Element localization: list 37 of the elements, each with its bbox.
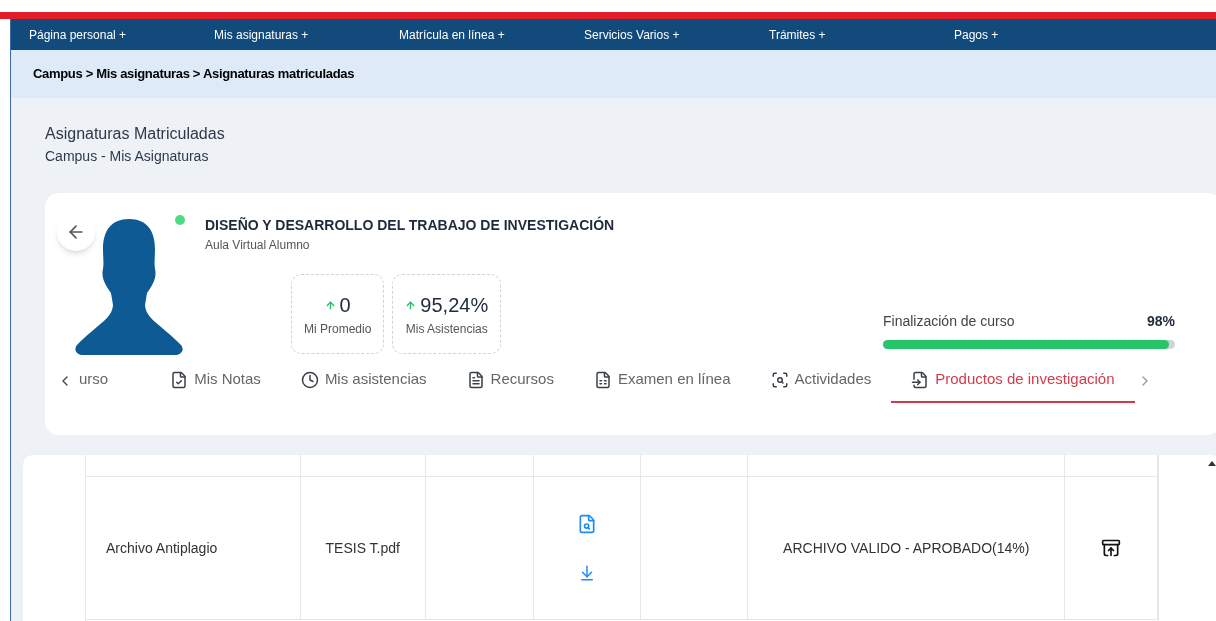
up-arrow-icon [324,299,336,311]
document-signal-icon [593,370,612,389]
table-cell-text: Archivo Antiplagio [105,538,218,558]
tab[interactable]: Recursos [446,358,574,403]
document-check-icon [170,370,189,389]
nav-item[interactable]: Pagos + [936,25,1121,44]
breadcrumb: Campus > Mis asignaturas > Asignaturas matriculadas [33,65,355,84]
progress-reading: 98% [1146,312,1175,331]
tab[interactable]: Mis Notas [150,358,281,403]
up-arrow-icon [405,299,417,311]
back-button[interactable] [57,213,95,251]
tab[interactable]: Examen en línea [573,358,751,403]
nav-item[interactable]: Mis asignaturas + [196,25,381,44]
page-title: Asignaturas Matriculadas [45,124,226,144]
stat-value: 95,24% [420,293,489,318]
table-cell-text: TESIS T.pdf [325,538,400,558]
tab[interactable]: urso [73,358,151,403]
stat-label: Mi Promedio [304,321,372,338]
tab[interactable]: Productos de investigación [891,358,1135,403]
clock-icon [300,370,319,389]
stat-label: Mis Asistencias [405,321,488,338]
search-screen-icon [770,370,789,389]
nav-item[interactable]: Matrícula en línea + [381,25,566,44]
page-subtitle: Campus - Mis Asignaturas [45,147,210,166]
document-icon [911,370,930,389]
tab[interactable]: Actividades [750,358,892,403]
table-cell-text: ARCHIVO VALIDO - APROBADO(14%) [783,538,1030,558]
stat-value: 0 [339,293,351,318]
nav-item[interactable]: Página personal + [11,25,196,44]
course-title: DISEÑO Y DESARROLLO DEL TRABAJO DE INVESTIGACIÓN [205,215,616,235]
scroll-up-icon[interactable] [1208,461,1216,466]
course-subtitle: Aula Virtual Alumno [205,237,311,254]
tab[interactable]: Mis asistencias [280,358,447,403]
progress-label: Finalización de curso [883,312,1015,331]
nav-item[interactable]: Trámites + [751,25,936,44]
document-icon [466,370,485,389]
nav-item[interactable]: Servicios Varios + [566,25,751,44]
